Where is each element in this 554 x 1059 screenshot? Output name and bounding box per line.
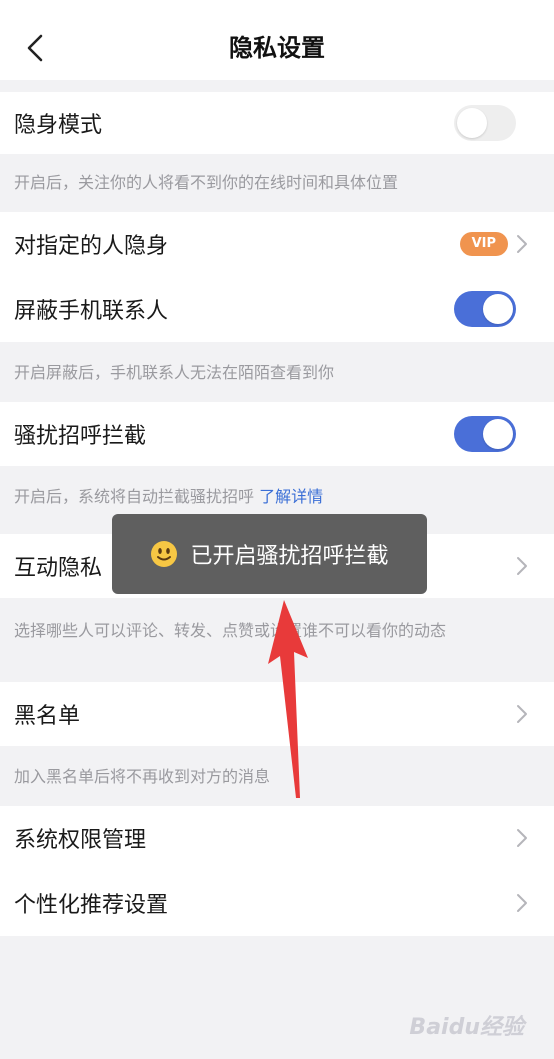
stealth-mode-row[interactable]: 隐身模式 bbox=[0, 92, 554, 154]
stealth-mode-hint: 开启后，关注你的人将看不到你的在线时间和具体位置 bbox=[14, 173, 399, 192]
system-permissions-row[interactable]: 系统权限管理 bbox=[0, 806, 554, 870]
vip-badge: VIP bbox=[459, 232, 508, 256]
harass-block-row[interactable]: 骚扰招呼拦截 bbox=[0, 402, 554, 466]
block-contacts-row[interactable]: 屏蔽手机联系人 bbox=[0, 276, 554, 342]
block-contacts-hint: 开启屏蔽后，手机联系人无法在陌陌查看到你 bbox=[14, 363, 335, 382]
toggle-knob bbox=[483, 294, 513, 324]
harass-block-toggle[interactable] bbox=[454, 416, 516, 452]
chevron-right-icon bbox=[517, 235, 527, 253]
toggle-knob bbox=[457, 108, 487, 138]
toggle-knob bbox=[483, 419, 513, 449]
toast-message: 已开启骚扰招呼拦截 bbox=[112, 514, 427, 594]
toast-text: 已开启骚扰招呼拦截 bbox=[190, 544, 389, 569]
chevron-right-icon bbox=[517, 705, 527, 723]
chevron-right-icon bbox=[517, 829, 527, 847]
smiley-emoji-icon bbox=[151, 541, 178, 567]
red-arrow-annotation bbox=[268, 600, 308, 798]
harass-block-hint: 开启后，系统将自动拦截骚扰招呼 了解详情 bbox=[0, 486, 554, 508]
block-contacts-toggle[interactable] bbox=[454, 291, 516, 327]
page-title: 隐私设置 bbox=[229, 34, 325, 62]
learn-more-link[interactable]: 了解详情 bbox=[259, 487, 323, 506]
chevron-right-icon bbox=[517, 557, 527, 575]
harass-hint-text: 开启后，系统将自动拦截骚扰招呼 bbox=[14, 487, 255, 506]
system-permissions-label: 系统权限管理 bbox=[14, 828, 147, 853]
baidu-watermark: Baidu经验 bbox=[409, 1015, 524, 1040]
personalized-recommendation-label: 个性化推荐设置 bbox=[14, 893, 169, 918]
stealth-mode-toggle[interactable] bbox=[454, 105, 516, 141]
header-bar: 隐私设置 bbox=[0, 0, 554, 80]
chevron-right-icon bbox=[517, 894, 527, 912]
hide-from-specific-row[interactable]: 对指定的人隐身 VIP bbox=[0, 212, 554, 276]
personalized-recommendation-row[interactable]: 个性化推荐设置 bbox=[0, 870, 554, 936]
